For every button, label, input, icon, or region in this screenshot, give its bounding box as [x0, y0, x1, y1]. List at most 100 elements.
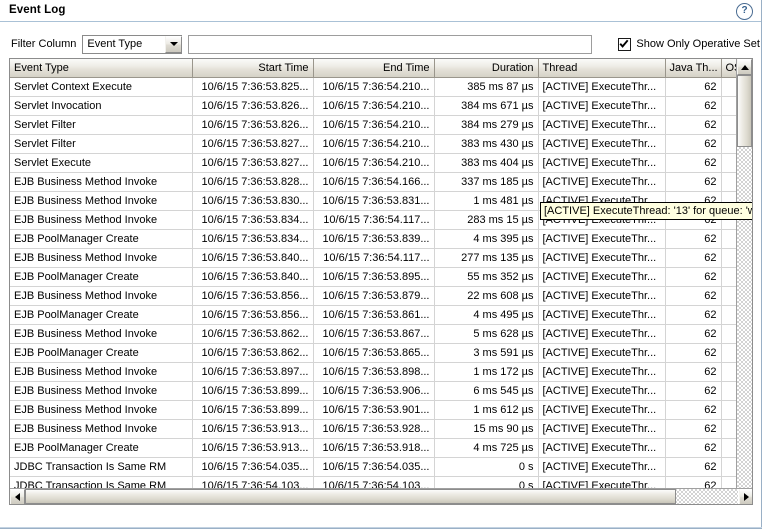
cell-event-type: EJB Business Method Invoke [10, 419, 193, 439]
cell-thread: [ACTIVE] ExecuteThr... [538, 457, 666, 477]
cell-event-type: EJB Business Method Invoke [10, 400, 193, 420]
scroll-right-arrow-icon[interactable] [739, 489, 752, 504]
cell-event-type: EJB Business Method Invoke [10, 172, 193, 192]
cell-thread: [ACTIVE] ExecuteThr... [538, 419, 666, 439]
filter-column-label: Filter Column [11, 38, 77, 50]
cell-duration: 22 ms 608 µs [434, 286, 539, 306]
cell-start-time: 10/6/15 7:36:53.827... [192, 153, 314, 173]
cell-duration: 0 s [434, 457, 539, 477]
cell-java-thread: 62 [665, 267, 722, 287]
table-row[interactable]: EJB Business Method Invoke 10/6/15 7:36:5… [10, 419, 738, 439]
table-row[interactable]: EJB PoolManager Create 10/6/15 7:36:53.83… [10, 229, 738, 249]
cell-java-thread: 62 [665, 362, 722, 382]
column-header-java-thread[interactable]: Java Th... [665, 59, 722, 78]
cell-start-time: 10/6/15 7:36:54.035... [192, 457, 314, 477]
scroll-left-arrow-icon[interactable] [10, 489, 25, 504]
cell-end-time: 10/6/15 7:36:54.210... [313, 153, 435, 173]
filter-text-input[interactable] [188, 34, 593, 54]
cell-java-thread: 62 [665, 77, 722, 97]
column-header-start-time[interactable]: Start Time [192, 59, 314, 78]
cell-start-time: 10/6/15 7:36:53.862... [192, 324, 314, 344]
cell-java-thread: 62 [665, 172, 722, 192]
filter-toolbar: Filter Column Event Type Show Only Opera… [0, 22, 761, 58]
table-row[interactable]: EJB Business Method Invoke 10/6/15 7:36:5… [10, 248, 738, 268]
table-row[interactable]: EJB Business Method Invoke 10/6/15 7:36:5… [10, 324, 738, 344]
table-row[interactable]: JDBC Transaction Is Same RM 10/6/15 7:36:… [10, 457, 738, 477]
table-row[interactable]: EJB Business Method Invoke 10/6/15 7:36:5… [10, 172, 738, 192]
cell-duration: 337 ms 185 µs [434, 172, 539, 192]
scroll-up-arrow-icon[interactable] [737, 59, 752, 75]
cell-start-time: 10/6/15 7:36:53.856... [192, 286, 314, 306]
cell-duration: 4 ms 495 µs [434, 305, 539, 325]
cell-java-thread: 62 [665, 305, 722, 325]
event-log-panel: Event Log ? Filter Column Event Type Sho… [0, 0, 762, 529]
cell-java-thread: 62 [665, 286, 722, 306]
cell-event-type: EJB PoolManager Create [10, 438, 193, 458]
cell-thread: [ACTIVE] ExecuteThr... [538, 305, 666, 325]
show-only-operative-set-checkbox[interactable]: Show Only Operative Set [618, 37, 760, 51]
cell-end-time: 10/6/15 7:36:54.210... [313, 115, 435, 135]
cell-duration: 1 ms 172 µs [434, 362, 539, 382]
cell-end-time: 10/6/15 7:36:54.035... [313, 457, 435, 477]
cell-thread: [ACTIVE] ExecuteThr... [538, 153, 666, 173]
horizontal-scrollbar[interactable] [10, 488, 752, 504]
vertical-scrollbar[interactable] [736, 59, 752, 504]
event-table: Event Type Start Time End Time Duration … [10, 59, 738, 489]
table-row[interactable]: EJB PoolManager Create 10/6/15 7:36:53.91… [10, 438, 738, 458]
vertical-scroll-thumb[interactable] [737, 75, 752, 147]
cell-thread: [ACTIVE] ExecuteThr... [538, 115, 666, 135]
cell-thread: [ACTIVE] ExecuteThr... [538, 438, 666, 458]
cell-java-thread: 62 [665, 115, 722, 135]
column-header-end-time[interactable]: End Time [313, 59, 435, 78]
cell-duration: 385 ms 87 µs [434, 77, 539, 97]
cell-java-thread: 62 [665, 153, 722, 173]
cell-start-time: 10/6/15 7:36:53.897... [192, 362, 314, 382]
chevron-down-icon[interactable] [165, 35, 183, 53]
cell-java-thread: 62 [665, 248, 722, 268]
event-table-header: Event Type Start Time End Time Duration … [10, 59, 738, 78]
cell-start-time: 10/6/15 7:36:53.827... [192, 134, 314, 154]
table-row[interactable]: Servlet Filter 10/6/15 7:36:53.827... 10/6… [10, 134, 738, 154]
cell-event-type: EJB PoolManager Create [10, 229, 193, 249]
table-row[interactable]: EJB Business Method Invoke 10/6/15 7:36:5… [10, 362, 738, 382]
cell-start-time: 10/6/15 7:36:53.840... [192, 248, 314, 268]
table-row[interactable]: EJB PoolManager Create 10/6/15 7:36:53.86… [10, 343, 738, 363]
column-header-event-type[interactable]: Event Type [10, 59, 193, 78]
table-row[interactable]: EJB Business Method Invoke 10/6/15 7:36:5… [10, 400, 738, 420]
cell-duration: 4 ms 725 µs [434, 438, 539, 458]
cell-end-time: 10/6/15 7:36:54.210... [313, 134, 435, 154]
cell-end-time: 10/6/15 7:36:53.861... [313, 305, 435, 325]
cell-thread: [ACTIVE] ExecuteThr... [538, 343, 666, 363]
column-header-thread[interactable]: Thread [538, 59, 666, 78]
cell-duration: 15 ms 90 µs [434, 419, 539, 439]
cell-thread: [ACTIVE] ExecuteThr... [538, 362, 666, 382]
cell-duration: 4 ms 395 µs [434, 229, 539, 249]
cell-end-time: 10/6/15 7:36:53.906... [313, 381, 435, 401]
filter-column-select[interactable]: Event Type [82, 34, 183, 54]
cell-end-time: 10/6/15 7:36:53.865... [313, 343, 435, 363]
table-row[interactable]: EJB PoolManager Create 10/6/15 7:36:53.85… [10, 305, 738, 325]
help-icon[interactable]: ? [736, 3, 753, 20]
horizontal-scroll-thumb[interactable] [25, 489, 676, 504]
table-row[interactable]: Servlet Filter 10/6/15 7:36:53.826... 10/6… [10, 115, 738, 135]
cell-start-time: 10/6/15 7:36:53.826... [192, 96, 314, 116]
table-row[interactable]: Servlet Invocation 10/6/15 7:36:53.826...… [10, 96, 738, 116]
table-row[interactable]: Servlet Execute 10/6/15 7:36:53.827... 10/… [10, 153, 738, 173]
table-row[interactable]: EJB Business Method Invoke 10/6/15 7:36:5… [10, 381, 738, 401]
cell-end-time: 10/6/15 7:36:53.918... [313, 438, 435, 458]
cell-event-type: EJB Business Method Invoke [10, 362, 193, 382]
cell-event-type: EJB PoolManager Create [10, 267, 193, 287]
table-row[interactable]: EJB Business Method Invoke 10/6/15 7:36:5… [10, 286, 738, 306]
event-table-container: Event Type Start Time End Time Duration … [9, 58, 753, 505]
cell-thread: [ACTIVE] ExecuteThr... [538, 229, 666, 249]
cell-start-time: 10/6/15 7:36:53.834... [192, 229, 314, 249]
column-header-duration[interactable]: Duration [434, 59, 539, 78]
table-row[interactable]: EJB PoolManager Create 10/6/15 7:36:53.84… [10, 267, 738, 287]
cell-start-time: 10/6/15 7:36:53.913... [192, 438, 314, 458]
cell-java-thread: 62 [665, 324, 722, 344]
cell-duration: 277 ms 135 µs [434, 248, 539, 268]
cell-start-time: 10/6/15 7:36:53.825... [192, 77, 314, 97]
cell-end-time: 10/6/15 7:36:53.839... [313, 229, 435, 249]
table-row[interactable]: Servlet Context Execute 10/6/15 7:36:53.8… [10, 77, 738, 97]
cell-start-time: 10/6/15 7:36:53.856... [192, 305, 314, 325]
